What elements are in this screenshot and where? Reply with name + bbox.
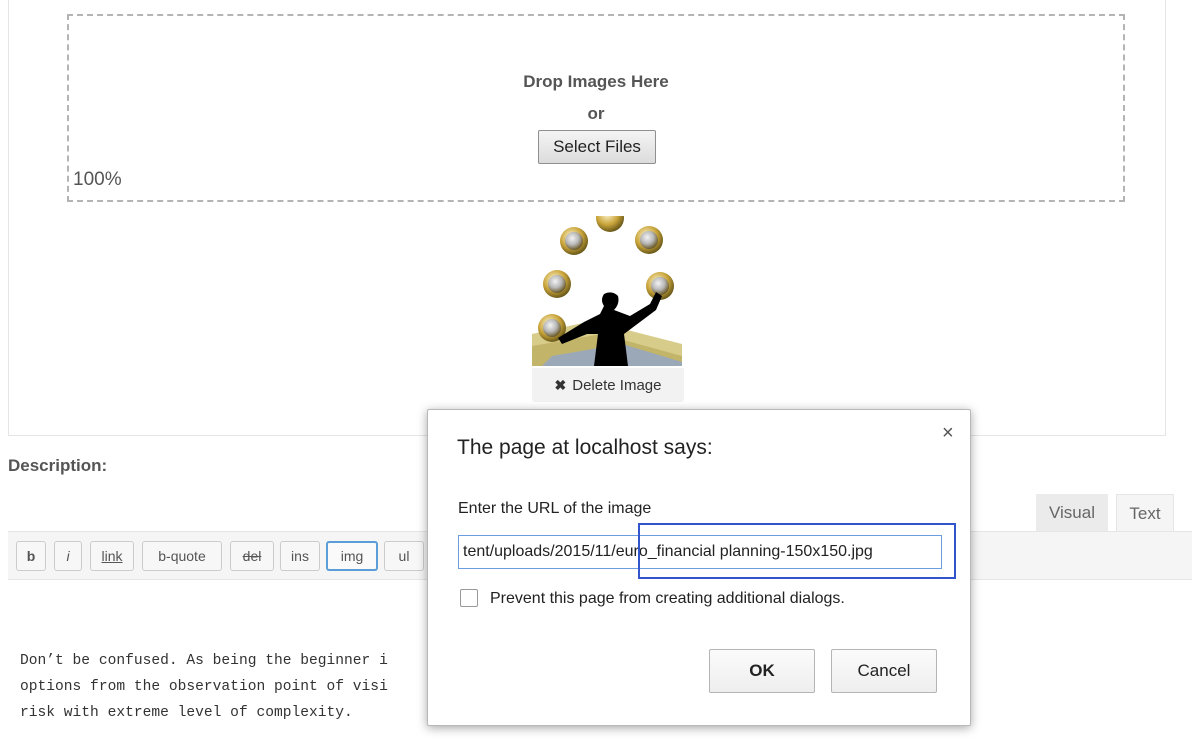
juggler-coins-image: [532, 216, 682, 366]
close-icon[interactable]: ×: [942, 422, 954, 445]
upload-progress-text: 100%: [73, 169, 122, 190]
delete-image-button[interactable]: ✖ Delete Image: [532, 368, 684, 402]
italic-button[interactable]: i: [54, 541, 82, 571]
delete-image-label: Delete Image: [572, 376, 662, 394]
dialog-message: Enter the URL of the image: [458, 500, 652, 517]
dropzone-title: Drop Images Here: [523, 72, 669, 91]
select-files-button[interactable]: Select Files: [538, 130, 656, 164]
image-url-input[interactable]: [458, 535, 942, 569]
close-icon: ✖: [554, 376, 567, 393]
tab-visual[interactable]: Visual: [1036, 494, 1108, 532]
bold-button[interactable]: b: [16, 541, 46, 571]
dropzone-or-text: or: [587, 104, 605, 123]
del-button[interactable]: del: [230, 541, 274, 571]
prevent-dialogs-label[interactable]: Prevent this page from creating addition…: [490, 590, 845, 608]
ok-button[interactable]: OK: [709, 649, 815, 693]
ins-button[interactable]: ins: [280, 541, 320, 571]
prompt-dialog: The page at localhost says: × Enter the …: [427, 409, 971, 726]
link-button[interactable]: link: [90, 541, 134, 571]
dialog-title: The page at localhost says:: [457, 436, 713, 459]
image-dropzone[interactable]: Drop Images Here or Select Files 100%: [67, 14, 1125, 202]
prevent-dialogs-checkbox[interactable]: [460, 589, 478, 607]
img-button[interactable]: img: [326, 541, 378, 571]
tab-text[interactable]: Text: [1116, 494, 1174, 532]
ul-button[interactable]: ul: [384, 541, 424, 571]
uploaded-image-thumbnail: [532, 216, 682, 366]
cancel-button[interactable]: Cancel: [831, 649, 937, 693]
blockquote-button[interactable]: b-quote: [142, 541, 222, 571]
description-label: Description:: [8, 456, 108, 475]
